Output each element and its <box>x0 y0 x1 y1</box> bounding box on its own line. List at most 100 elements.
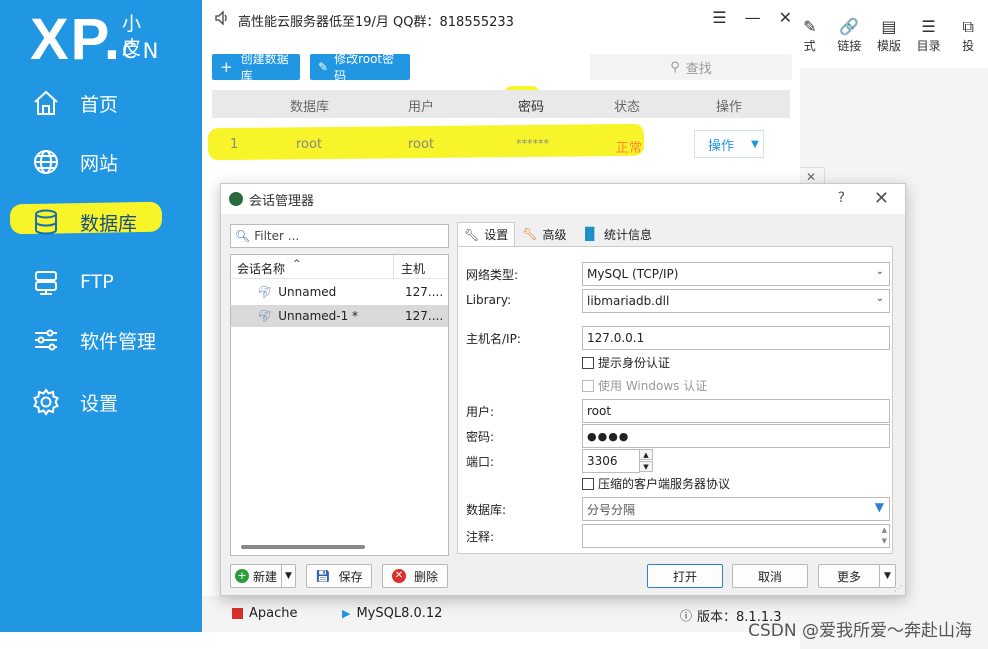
session-manager-dialog: 会话管理器 ? ✕ 🔍︎ Filter ... 会话名称 ^ 主机 🐬︎ Unn… <box>220 183 906 596</box>
caret-down-icon[interactable]: ▼ <box>879 565 895 587</box>
dolphin-icon: 🐬︎ <box>257 309 273 323</box>
resize-grip-icon[interactable]: ⋰ <box>894 584 902 593</box>
column-header-user: 用户 <box>408 100 435 115</box>
sidebar: XP. 小皮 CN 首页 网站 数据库 FTP 软件管理 设置 <box>0 0 202 632</box>
open-button[interactable]: 打开 <box>647 564 723 588</box>
sidebar-item-home[interactable]: 首页 <box>0 78 202 128</box>
save-disk-icon: 💾︎ <box>315 569 331 583</box>
help-button[interactable]: ? <box>838 190 845 206</box>
database-icon <box>30 206 62 238</box>
settings-panel: 网络类型: MySQL (TCP/IP) ⌄ Library: libmaria… <box>457 246 893 554</box>
pencil-icon: ✎ <box>318 60 329 74</box>
link-icon: 🔗 <box>839 16 860 36</box>
heidisql-logo-icon <box>229 192 243 206</box>
sidebar-item-software[interactable]: 软件管理 <box>0 315 202 365</box>
search-input[interactable]: ⚲ 查找 <box>590 54 792 80</box>
toolbar-item-link[interactable]: 🔗 链接 <box>830 10 870 60</box>
sort-up-icon: ^ <box>293 259 301 269</box>
editor-toolbar: ✎ 式 🔗 链接 ▤ 模版 ☰ 目录 ⧉ 投 <box>790 10 988 60</box>
save-button[interactable]: 💾︎ 保存 <box>306 564 372 588</box>
row-action-button[interactable]: 操作 ▼ <box>694 130 764 158</box>
delete-button[interactable]: ✕ 删除 <box>382 564 448 588</box>
gear-icon <box>30 386 62 418</box>
user-input[interactable]: root <box>582 399 890 423</box>
search-icon: 🔍︎ <box>235 229 251 243</box>
prompt-auth-checkbox[interactable]: 提示身份认证 <box>582 354 670 371</box>
table-header: 数据库 用户 密码 状态 操作 <box>212 90 790 118</box>
sidebar-item-website[interactable]: 网站 <box>0 137 202 187</box>
windows-auth-checkbox[interactable]: 使用 Windows 认证 <box>582 377 707 394</box>
dropdown-arrow-icon[interactable]: ▼ <box>875 500 884 514</box>
minimize-icon[interactable]: — <box>745 8 761 27</box>
toolbar-item-toc[interactable]: ☰ 目录 <box>909 10 949 60</box>
settings-tabs: 🔧︎ 设置 🔧︎ 高级 ▐▌ 统计信息 <box>457 222 659 246</box>
session-item-selected[interactable]: 🐬︎ Unnamed-1 * 127.... <box>231 305 448 327</box>
session-item[interactable]: 🐬︎ Unnamed 127.... <box>231 281 448 303</box>
horizontal-scrollbar[interactable] <box>241 545 365 549</box>
row-password: ****** <box>516 137 549 150</box>
password-input[interactable]: ●●●● <box>582 424 890 448</box>
arrow-down-icon[interactable]: ▼ <box>639 461 653 472</box>
tab-statistics[interactable]: ▐▌ 统计信息 <box>574 222 659 246</box>
column-header-host[interactable]: 主机 <box>401 260 425 277</box>
caret-down-icon[interactable]: ▼ <box>281 565 295 587</box>
session-tree[interactable]: 会话名称 ^ 主机 🐬︎ Unnamed 127.... 🐬︎ Unnamed-… <box>230 254 449 556</box>
row-database: root <box>296 137 323 152</box>
list-icon: ☰ <box>921 16 936 36</box>
library-select[interactable]: libmariadb.dll ⌄ <box>582 289 890 313</box>
wrench-orange-icon: 🔧︎ <box>522 227 538 241</box>
logo: XP. 小皮 CN <box>30 7 165 72</box>
home-icon <box>30 87 62 119</box>
comment-textarea[interactable]: ▲ ▼ <box>582 524 890 548</box>
database-input[interactable]: 分号分隔 ▼ <box>582 497 890 521</box>
caret-down-icon[interactable]: ▼ <box>747 131 763 157</box>
menu-icon[interactable]: ☰ <box>712 8 726 27</box>
delete-icon: ✕ <box>391 569 406 583</box>
toolbar-item-cast[interactable]: ⧉ 投 <box>948 10 988 60</box>
scroll-arrows-icon[interactable]: ▲ ▼ <box>882 525 887 547</box>
new-session-button[interactable]: + 新建 ▼ <box>230 564 296 588</box>
search-icon: ⚲ <box>670 59 680 75</box>
port-stepper[interactable]: ▲ ▼ <box>639 449 653 473</box>
column-header-action: 操作 <box>716 100 743 115</box>
window-controls: ☰ — ✕ <box>712 8 792 27</box>
speaker-icon[interactable] <box>214 10 230 30</box>
mysql-status: ▶ MySQL8.0.12 <box>342 606 443 621</box>
arrow-up-icon[interactable]: ▲ <box>639 449 653 460</box>
globe-icon <box>30 146 62 178</box>
chevron-down-icon: ⌄ <box>875 293 884 304</box>
network-type-select[interactable]: MySQL (TCP/IP) ⌄ <box>582 262 890 286</box>
close-icon[interactable]: ✕ <box>874 188 889 209</box>
stopped-square-icon <box>232 608 243 619</box>
label-library: Library: <box>466 293 512 307</box>
window-title: 高性能云服务器低至19/月 QQ群：818555233 <box>214 10 514 30</box>
bar-chart-icon: ▐▌ <box>580 227 599 241</box>
label-user: 用户: <box>466 405 495 419</box>
sidebar-item-ftp[interactable]: FTP <box>0 257 202 307</box>
label-port: 端口: <box>466 455 495 469</box>
row-user: root <box>408 137 435 152</box>
cancel-button[interactable]: 取消 <box>732 564 808 588</box>
tab-settings[interactable]: 🔧︎ 设置 <box>457 222 516 246</box>
more-button[interactable]: 更多 ▼ <box>818 564 896 588</box>
sidebar-item-settings[interactable]: 设置 <box>0 377 202 427</box>
sidebar-item-database[interactable]: 数据库 <box>0 197 202 247</box>
plus-icon: + <box>220 58 233 76</box>
host-input[interactable]: 127.0.0.1 <box>582 326 890 350</box>
server-icon <box>30 266 62 298</box>
create-database-button[interactable]: + 创建数据库 <box>212 52 300 83</box>
toolbar-item-template[interactable]: ▤ 模版 <box>869 10 909 60</box>
compress-protocol-checkbox[interactable]: 压缩的客户端服务器协议 <box>582 475 730 492</box>
cast-icon: ⧉ <box>962 16 974 36</box>
change-root-password-button[interactable]: ✎ 修改root密码 <box>310 52 410 83</box>
column-header-status: 状态 <box>614 100 641 115</box>
close-icon[interactable]: ✕ <box>779 8 792 27</box>
status-bar: Apache ▶ MySQL8.0.12 ⓘ 版本：8.1.1.3 <box>202 596 800 632</box>
port-input[interactable]: 3306 <box>582 449 640 473</box>
label-comment: 注释: <box>466 530 495 544</box>
filter-input[interactable]: 🔍︎ Filter ... <box>230 224 449 248</box>
play-icon: ▶ <box>342 607 351 620</box>
label-network-type: 网络类型: <box>466 268 519 282</box>
tab-advanced[interactable]: 🔧︎ 高级 <box>515 222 573 246</box>
column-header-session-name[interactable]: 会话名称 <box>237 260 285 277</box>
